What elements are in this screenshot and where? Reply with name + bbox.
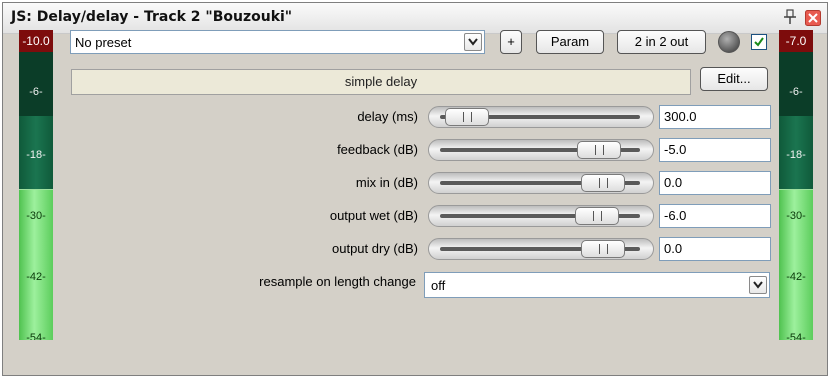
close-icon[interactable] [805,10,821,26]
chevron-down-icon[interactable] [464,33,482,51]
param-slider[interactable] [428,106,654,128]
param-value-field[interactable]: 0.0 [659,237,771,261]
plugin-name: simple delay [71,69,691,95]
meter-tick: -30- [26,210,46,222]
param-slider[interactable] [428,172,654,194]
plugin-window: JS: Delay/delay - Track 2 "Bouzouki" -10… [2,2,828,376]
param-label: output wet (dB) [329,208,418,223]
input-peak-readout[interactable]: -10.0 [19,30,53,52]
meter-tick: -6- [789,86,803,98]
param-value-field[interactable]: 300.0 [659,105,771,129]
resample-label: resample on length change [259,274,416,289]
add-preset-button[interactable]: + [500,30,522,54]
edit-button[interactable]: Edit... [700,67,768,91]
param-label: delay (ms) [357,109,418,124]
param-slider[interactable] [428,205,654,227]
window-title: JS: Delay/delay - Track 2 "Bouzouki" [11,9,293,25]
meter-tick: -42- [26,271,46,283]
param-label: output dry (dB) [332,241,418,256]
preset-value: No preset [75,35,132,50]
wet-knob-icon[interactable] [718,31,740,53]
meter-tick: -54- [786,332,806,340]
resample-value: off [431,278,446,293]
param-slider[interactable] [428,139,654,161]
param-button[interactable]: Param [536,30,604,54]
io-config-button[interactable]: 2 in 2 out [617,30,706,54]
plugin-body: -10.0 -6- -18- -30- -42- -54- -7.0 -6- -… [3,30,827,375]
output-meter: -7.0 -6- -18- -30- -42- -54- [779,30,813,340]
pin-icon[interactable] [782,9,798,25]
meter-tick: -18- [26,149,46,161]
chevron-down-icon[interactable] [749,276,767,294]
param-slider[interactable] [428,238,654,260]
resample-dropdown[interactable]: off [424,272,770,298]
preset-dropdown[interactable]: No preset [70,30,485,54]
meter-tick: -6- [29,86,43,98]
param-label: feedback (dB) [337,142,418,157]
meter-tick: -42- [786,271,806,283]
param-value-field[interactable]: 0.0 [659,171,771,195]
meter-tick: -18- [786,149,806,161]
input-meter: -10.0 -6- -18- -30- -42- -54- [19,30,53,340]
param-value-field[interactable]: -6.0 [659,204,771,228]
bypass-checkbox[interactable] [751,34,767,50]
param-value-field[interactable]: -5.0 [659,138,771,162]
meter-tick: -54- [26,332,46,340]
output-peak-readout[interactable]: -7.0 [779,30,813,52]
param-label: mix in (dB) [355,175,418,190]
meter-tick: -30- [786,210,806,222]
